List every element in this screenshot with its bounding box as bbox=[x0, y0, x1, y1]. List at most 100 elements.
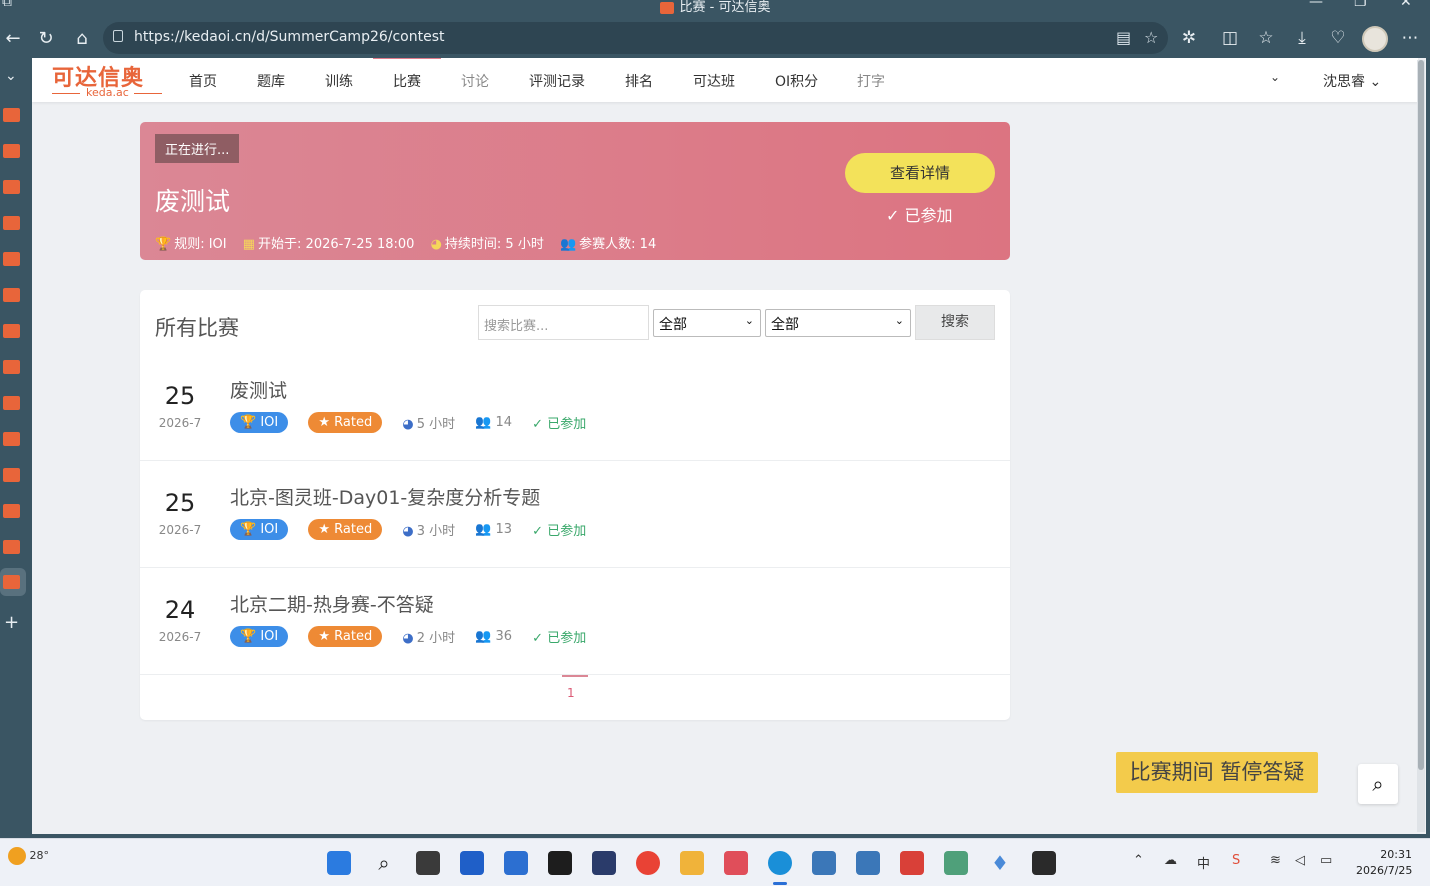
clock-icon: ◕ bbox=[430, 237, 442, 252]
more-menu-icon[interactable]: ⋯ bbox=[1398, 28, 1422, 48]
minimize-button[interactable]: — bbox=[1309, 0, 1323, 10]
contest-title[interactable]: 废测试 bbox=[230, 376, 287, 403]
tab-favicon[interactable] bbox=[3, 360, 20, 374]
favorites-icon[interactable]: ☆ bbox=[1254, 28, 1278, 48]
status-filter-select[interactable]: 全部 ⌄ bbox=[765, 309, 911, 337]
view-details-button[interactable]: 查看详情 bbox=[845, 153, 995, 193]
contest-start-time: 开始于: 2026-7-25 18:00 bbox=[258, 237, 415, 252]
logo-line bbox=[52, 93, 80, 94]
duration-info: ◕ 5 小时 bbox=[402, 417, 456, 432]
profile-avatar[interactable] bbox=[1362, 26, 1388, 52]
onedrive-icon[interactable]: ☁ bbox=[1164, 853, 1177, 868]
new-tab-icon[interactable]: + bbox=[4, 612, 19, 633]
nav-discussion[interactable]: 讨论 bbox=[461, 71, 489, 91]
maximize-button[interactable]: ❐ bbox=[1354, 0, 1367, 10]
address-bar[interactable]: https://kedaoi.cn/d/SummerCamp26/contest… bbox=[103, 22, 1168, 54]
windows-taskbar: 28° ⌕ ♦ ⌃ ☁ 中 S ≋ ◁ ▭ 20:31 2026/7/25 bbox=[0, 838, 1430, 886]
devcpp-icon[interactable] bbox=[592, 851, 616, 875]
contest-row[interactable]: 25 2026-7 北京-图灵班-Day01-复杂度分析专题 🏆 IOI ★ R… bbox=[140, 461, 1010, 568]
chevron-down-icon[interactable]: ⌄ bbox=[1270, 70, 1280, 84]
contest-month: 2026-7 bbox=[158, 523, 202, 537]
contest-day: 25 bbox=[164, 382, 196, 410]
nav-training[interactable]: 训练 bbox=[325, 71, 353, 91]
tab-favicon[interactable] bbox=[3, 144, 20, 158]
chevron-down-icon[interactable]: ⌄ bbox=[5, 68, 17, 84]
nav-typing[interactable]: 打字 bbox=[857, 71, 885, 91]
scrollbar-thumb[interactable] bbox=[1418, 60, 1424, 770]
downloads-icon[interactable]: ⤓ bbox=[1290, 28, 1314, 48]
rule-filter-select[interactable]: 全部 ⌄ bbox=[653, 309, 761, 337]
chrome-icon[interactable] bbox=[636, 851, 660, 875]
favorite-star-icon[interactable]: ☆ bbox=[1144, 28, 1158, 47]
url-text[interactable]: https://kedaoi.cn/d/SummerCamp26/contest bbox=[134, 29, 445, 45]
search-icon[interactable]: ⌕ bbox=[1358, 764, 1398, 804]
home-button[interactable]: ⌂ bbox=[69, 26, 95, 52]
star-icon: ★ bbox=[318, 522, 331, 537]
python-icon[interactable] bbox=[812, 851, 836, 875]
tab-favicon[interactable] bbox=[3, 540, 20, 554]
reader-mode-icon[interactable]: ▤ bbox=[1116, 28, 1131, 47]
featured-contest-title[interactable]: 废测试 bbox=[155, 182, 230, 218]
user-menu[interactable]: 沈思睿 ⌄ bbox=[1323, 71, 1381, 91]
edge-icon[interactable] bbox=[768, 851, 792, 875]
terminal-icon[interactable] bbox=[1032, 851, 1056, 875]
tab-favicon[interactable] bbox=[3, 468, 20, 482]
app-icon[interactable] bbox=[900, 851, 924, 875]
nav-oi-points[interactable]: OI积分 bbox=[775, 71, 818, 91]
task-view-icon[interactable] bbox=[416, 851, 440, 875]
tab-favicon[interactable] bbox=[3, 396, 20, 410]
refresh-button[interactable]: ↻ bbox=[33, 26, 59, 52]
browser-essentials-icon[interactable]: ♡ bbox=[1326, 28, 1350, 48]
calendar-icon: ▦ bbox=[242, 237, 256, 252]
tab-favicon[interactable] bbox=[3, 324, 20, 338]
app-icon[interactable]: ♦ bbox=[988, 851, 1012, 875]
extensions-icon[interactable]: ✲ bbox=[1177, 28, 1201, 48]
sogou-icon[interactable]: S bbox=[1232, 853, 1240, 868]
nav-keda-class[interactable]: 可达班 bbox=[693, 71, 735, 91]
search-icon[interactable]: ⌕ bbox=[372, 851, 396, 875]
tab-favicon[interactable] bbox=[3, 575, 20, 589]
contest-row[interactable]: 24 2026-7 北京二期-热身赛-不答疑 🏆 IOI ★ Rated ◕ 2 … bbox=[140, 568, 1010, 675]
tab-favicon[interactable] bbox=[3, 216, 20, 230]
contest-title[interactable]: 北京-图灵班-Day01-复杂度分析专题 bbox=[230, 483, 540, 510]
back-button[interactable]: ← bbox=[0, 26, 26, 52]
tab-favicon[interactable] bbox=[3, 108, 20, 122]
nav-ranking[interactable]: 排名 bbox=[625, 71, 653, 91]
wifi-icon[interactable]: ≋ bbox=[1270, 853, 1281, 868]
search-button[interactable]: 搜索 bbox=[915, 305, 995, 340]
tab-favicon[interactable] bbox=[3, 288, 20, 302]
volume-icon[interactable]: ◁ bbox=[1295, 853, 1305, 868]
participant-count: 👥 14 bbox=[475, 415, 512, 430]
contest-row[interactable]: 25 2026-7 废测试 🏆 IOI ★ Rated ◕ 5 小时 👥 14 ✓ … bbox=[140, 354, 1010, 461]
app-icon[interactable] bbox=[944, 851, 968, 875]
split-screen-icon[interactable]: ◫ bbox=[1218, 28, 1242, 48]
system-clock[interactable]: 20:31 2026/7/25 bbox=[1356, 847, 1412, 879]
chevron-up-icon[interactable]: ⌃ bbox=[1133, 853, 1144, 868]
pagination-page[interactable]: 1 bbox=[567, 686, 575, 700]
store-icon[interactable] bbox=[504, 851, 528, 875]
page-scrollbar[interactable] bbox=[1417, 60, 1425, 832]
site-logo[interactable]: 可达信奥 keda.ac bbox=[52, 63, 164, 99]
app-icon[interactable] bbox=[724, 851, 748, 875]
nav-home[interactable]: 首页 bbox=[189, 71, 217, 91]
star-icon: ★ bbox=[318, 629, 331, 644]
close-window-button[interactable]: ✕ bbox=[1400, 0, 1412, 10]
tab-favicon[interactable] bbox=[3, 180, 20, 194]
nav-records[interactable]: 评测记录 bbox=[529, 71, 585, 91]
tab-favicon[interactable] bbox=[3, 252, 20, 266]
weather-widget[interactable]: 28° bbox=[8, 847, 49, 865]
pycharm-icon[interactable] bbox=[548, 851, 572, 875]
app-icon[interactable] bbox=[460, 851, 484, 875]
nav-problems[interactable]: 题库 bbox=[257, 71, 285, 91]
app-icon[interactable] bbox=[680, 851, 704, 875]
battery-icon[interactable]: ▭ bbox=[1320, 853, 1332, 868]
clock-date: 2026/7/25 bbox=[1356, 864, 1413, 877]
python-icon[interactable] bbox=[856, 851, 880, 875]
nav-contest[interactable]: 比赛 bbox=[373, 58, 441, 91]
contest-title[interactable]: 北京二期-热身赛-不答疑 bbox=[230, 590, 434, 617]
tab-favicon[interactable] bbox=[3, 432, 20, 446]
start-icon[interactable] bbox=[327, 851, 351, 875]
tab-favicon[interactable] bbox=[3, 504, 20, 518]
contest-search-input[interactable]: 搜索比赛... bbox=[478, 305, 649, 340]
ime-indicator[interactable]: 中 bbox=[1197, 853, 1210, 872]
